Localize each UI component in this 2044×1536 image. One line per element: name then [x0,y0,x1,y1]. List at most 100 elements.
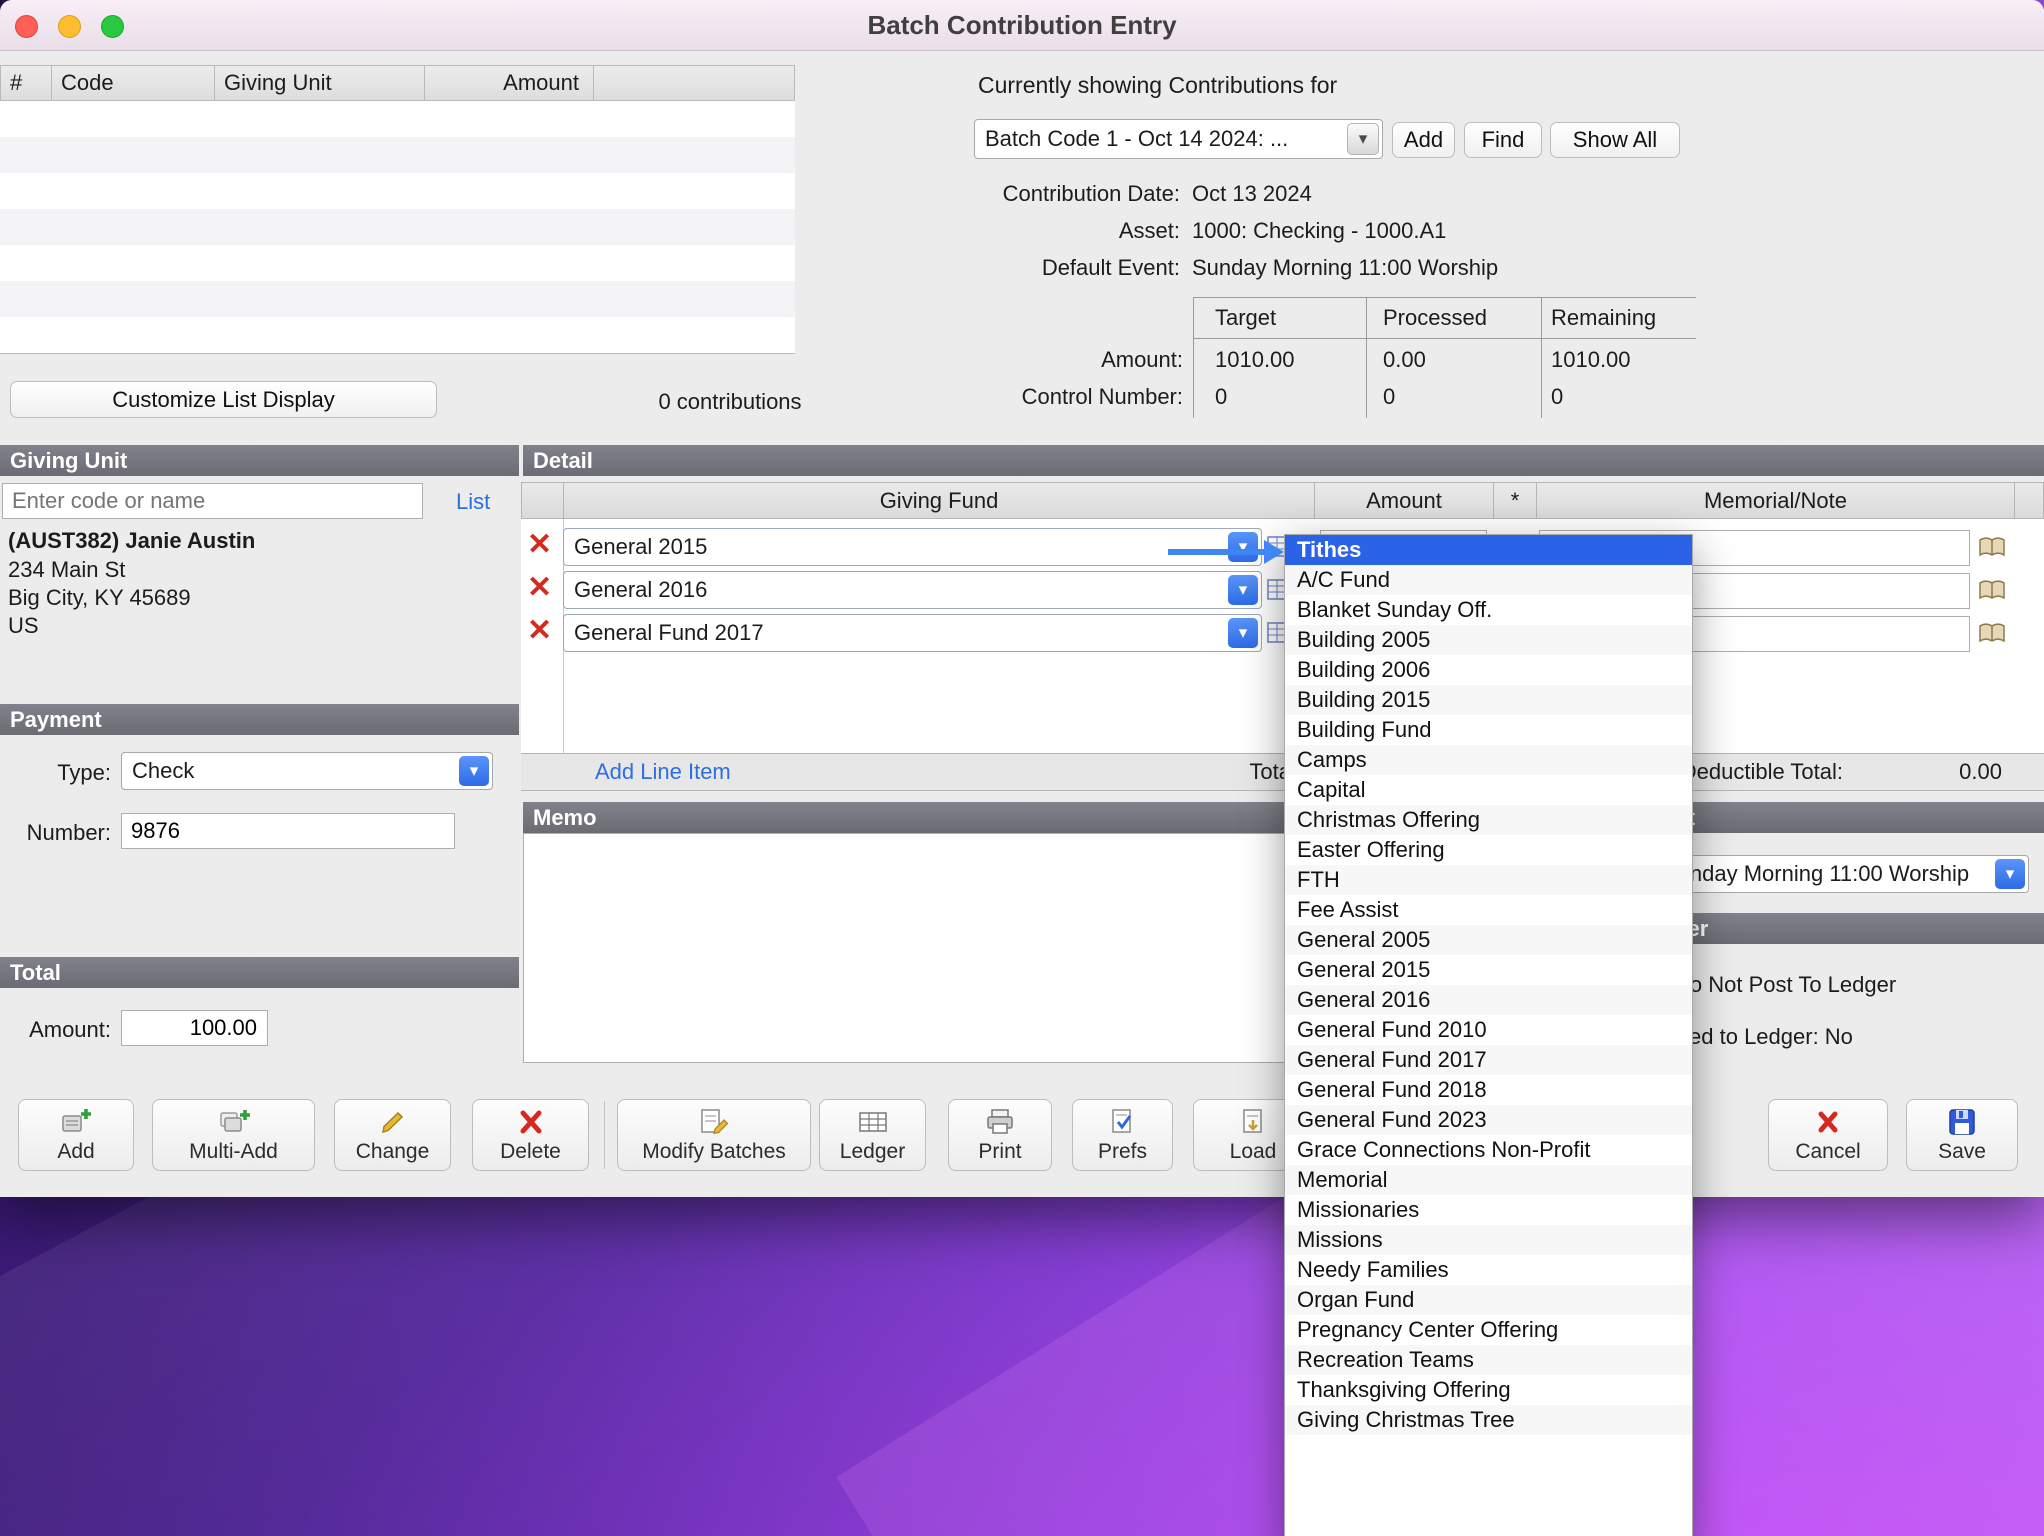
show-all-button[interactable]: Show All [1550,122,1680,158]
window-title: Batch Contribution Entry [0,10,2044,41]
fund-option[interactable]: Fee Assist [1285,895,1692,925]
detail-header-memo-col [2014,482,2044,519]
memorial-note-icon[interactable] [1977,533,2007,561]
fund-option[interactable]: Building Fund [1285,715,1692,745]
stats-control-label: Control Number: [930,384,1183,410]
print-button[interactable]: Print [948,1099,1052,1171]
fund-option[interactable]: A/C Fund [1285,565,1692,595]
payment-type-label: Type: [0,760,111,786]
ledger-button[interactable]: Ledger [819,1099,926,1171]
payment-type-select[interactable]: Check ▾ [121,752,493,790]
fund-select-row1[interactable]: General 2015 ▾ [563,528,1262,566]
fund-option[interactable]: Memorial [1285,1165,1692,1195]
deductible-total-value: 0.00 [1902,759,2002,785]
cancel-button[interactable]: Cancel [1768,1099,1888,1171]
fund-option-selected[interactable]: Tithes [1285,535,1692,565]
giving-unit-list-link[interactable]: List [456,489,490,515]
list-row[interactable] [0,101,795,137]
fund-option[interactable]: Blanket Sunday Off. [1285,595,1692,625]
contribution-date-value: Oct 13 2024 [1192,181,1312,207]
fund-option[interactable]: Building 2015 [1285,685,1692,715]
batch-select[interactable]: Batch Code 1 - Oct 14 2024: ... ▾ [974,119,1383,159]
list-row[interactable] [0,137,795,173]
find-batch-button[interactable]: Find [1464,122,1542,158]
fund-select-row3[interactable]: General Fund 2017 ▾ [563,614,1262,652]
memorial-note-icon[interactable] [1977,576,2007,604]
payment-type-value: Check [132,753,454,789]
delete-line-button[interactable]: ✕ [527,530,552,560]
fund-option[interactable]: Recreation Teams [1285,1345,1692,1375]
add-batch-button[interactable]: Add [1392,122,1455,158]
stats-col-target: Target [1215,305,1276,331]
stats-control-processed: 0 [1383,384,1395,410]
chevron-down-icon: ▾ [1228,532,1258,562]
fund-option[interactable]: Missionaries [1285,1195,1692,1225]
fund-option[interactable]: General 2015 [1285,955,1692,985]
fund-option[interactable]: General Fund 2018 [1285,1075,1692,1105]
fund-option[interactable]: General 2016 [1285,985,1692,1015]
stats-control-remaining: 0 [1551,384,1563,410]
multi-add-button[interactable]: Multi-Add [152,1099,315,1171]
list-row[interactable] [0,209,795,245]
fund-option[interactable]: Camps [1285,745,1692,775]
payment-number-input[interactable] [121,813,455,849]
asset-label: Asset: [895,218,1180,244]
stats-col-remaining: Remaining [1551,305,1656,331]
prefs-button[interactable]: Prefs [1072,1099,1173,1171]
fund-option[interactable]: General Fund 2017 [1285,1045,1692,1075]
column-header-giving-unit: Giving Unit [214,65,425,101]
fund-option[interactable]: Building 2005 [1285,625,1692,655]
customize-list-display-button[interactable]: Customize List Display [10,381,437,418]
giving-unit-search-input[interactable] [2,483,423,519]
chevron-down-icon: ▾ [1228,618,1258,648]
delete-button[interactable]: Delete [472,1099,589,1171]
cancel-icon [1812,1107,1844,1137]
fund-option[interactable]: Thanksgiving Offering [1285,1375,1692,1405]
fund-option[interactable]: Needy Families [1285,1255,1692,1285]
column-header-spacer [593,65,795,101]
fund-option[interactable]: General Fund 2010 [1285,1015,1692,1045]
ledger-icon [857,1107,889,1137]
fund-option[interactable]: General 2005 [1285,925,1692,955]
save-icon [1946,1107,1978,1137]
fund-select-row2[interactable]: General 2016 ▾ [563,571,1262,609]
event-select[interactable]: Sunday Morning 11:00 Worship ▾ [1652,855,2029,893]
contribution-count: 0 contributions [620,389,840,415]
modify-batches-button[interactable]: Modify Batches [617,1099,811,1171]
fund-option[interactable]: Organ Fund [1285,1285,1692,1315]
delete-line-button[interactable]: ✕ [527,573,552,603]
list-row[interactable] [0,173,795,209]
contribution-date-label: Contribution Date: [895,181,1180,207]
fund-option[interactable]: Grace Connections Non-Profit [1285,1135,1692,1165]
list-row[interactable] [0,281,795,317]
detail-header-star: * [1493,482,1537,519]
batch-select-value: Batch Code 1 - Oct 14 2024: ... [985,120,1344,158]
column-header-code: Code [51,65,215,101]
fund-select-row1-value: General 2015 [574,529,1223,565]
list-row[interactable] [0,317,795,353]
change-button[interactable]: Change [334,1099,451,1171]
list-row[interactable] [0,245,795,281]
column-header-amount: Amount [424,65,594,101]
total-amount-input[interactable] [121,1010,268,1046]
memorial-note-icon[interactable] [1977,619,2007,647]
do-not-post-label: Do Not Post To Ledger [1674,972,1896,998]
fund-option[interactable]: Christmas Offering [1285,805,1692,835]
fund-option[interactable]: FTH [1285,865,1692,895]
fund-option[interactable]: General Fund 2023 [1285,1105,1692,1135]
fund-option[interactable]: Easter Offering [1285,835,1692,865]
screen: Batch Contribution Entry # Code Giving U… [0,0,2044,1536]
add-line-item-link[interactable]: Add Line Item [595,759,731,785]
chevron-down-icon: ▾ [1228,575,1258,605]
fund-option[interactable]: Building 2006 [1285,655,1692,685]
fund-option[interactable]: Giving Christmas Tree [1285,1405,1692,1435]
total-amount-label: Amount: [0,1017,111,1043]
fund-option[interactable]: Capital [1285,775,1692,805]
add-contribution-button[interactable]: Add [18,1099,134,1171]
event-select-value: Sunday Morning 11:00 Worship [1663,856,1990,892]
save-button[interactable]: Save [1906,1099,2018,1171]
fund-option[interactable]: Missions [1285,1225,1692,1255]
annotation-arrow-head [1264,540,1284,564]
delete-line-button[interactable]: ✕ [527,616,552,646]
fund-option[interactable]: Pregnancy Center Offering [1285,1315,1692,1345]
